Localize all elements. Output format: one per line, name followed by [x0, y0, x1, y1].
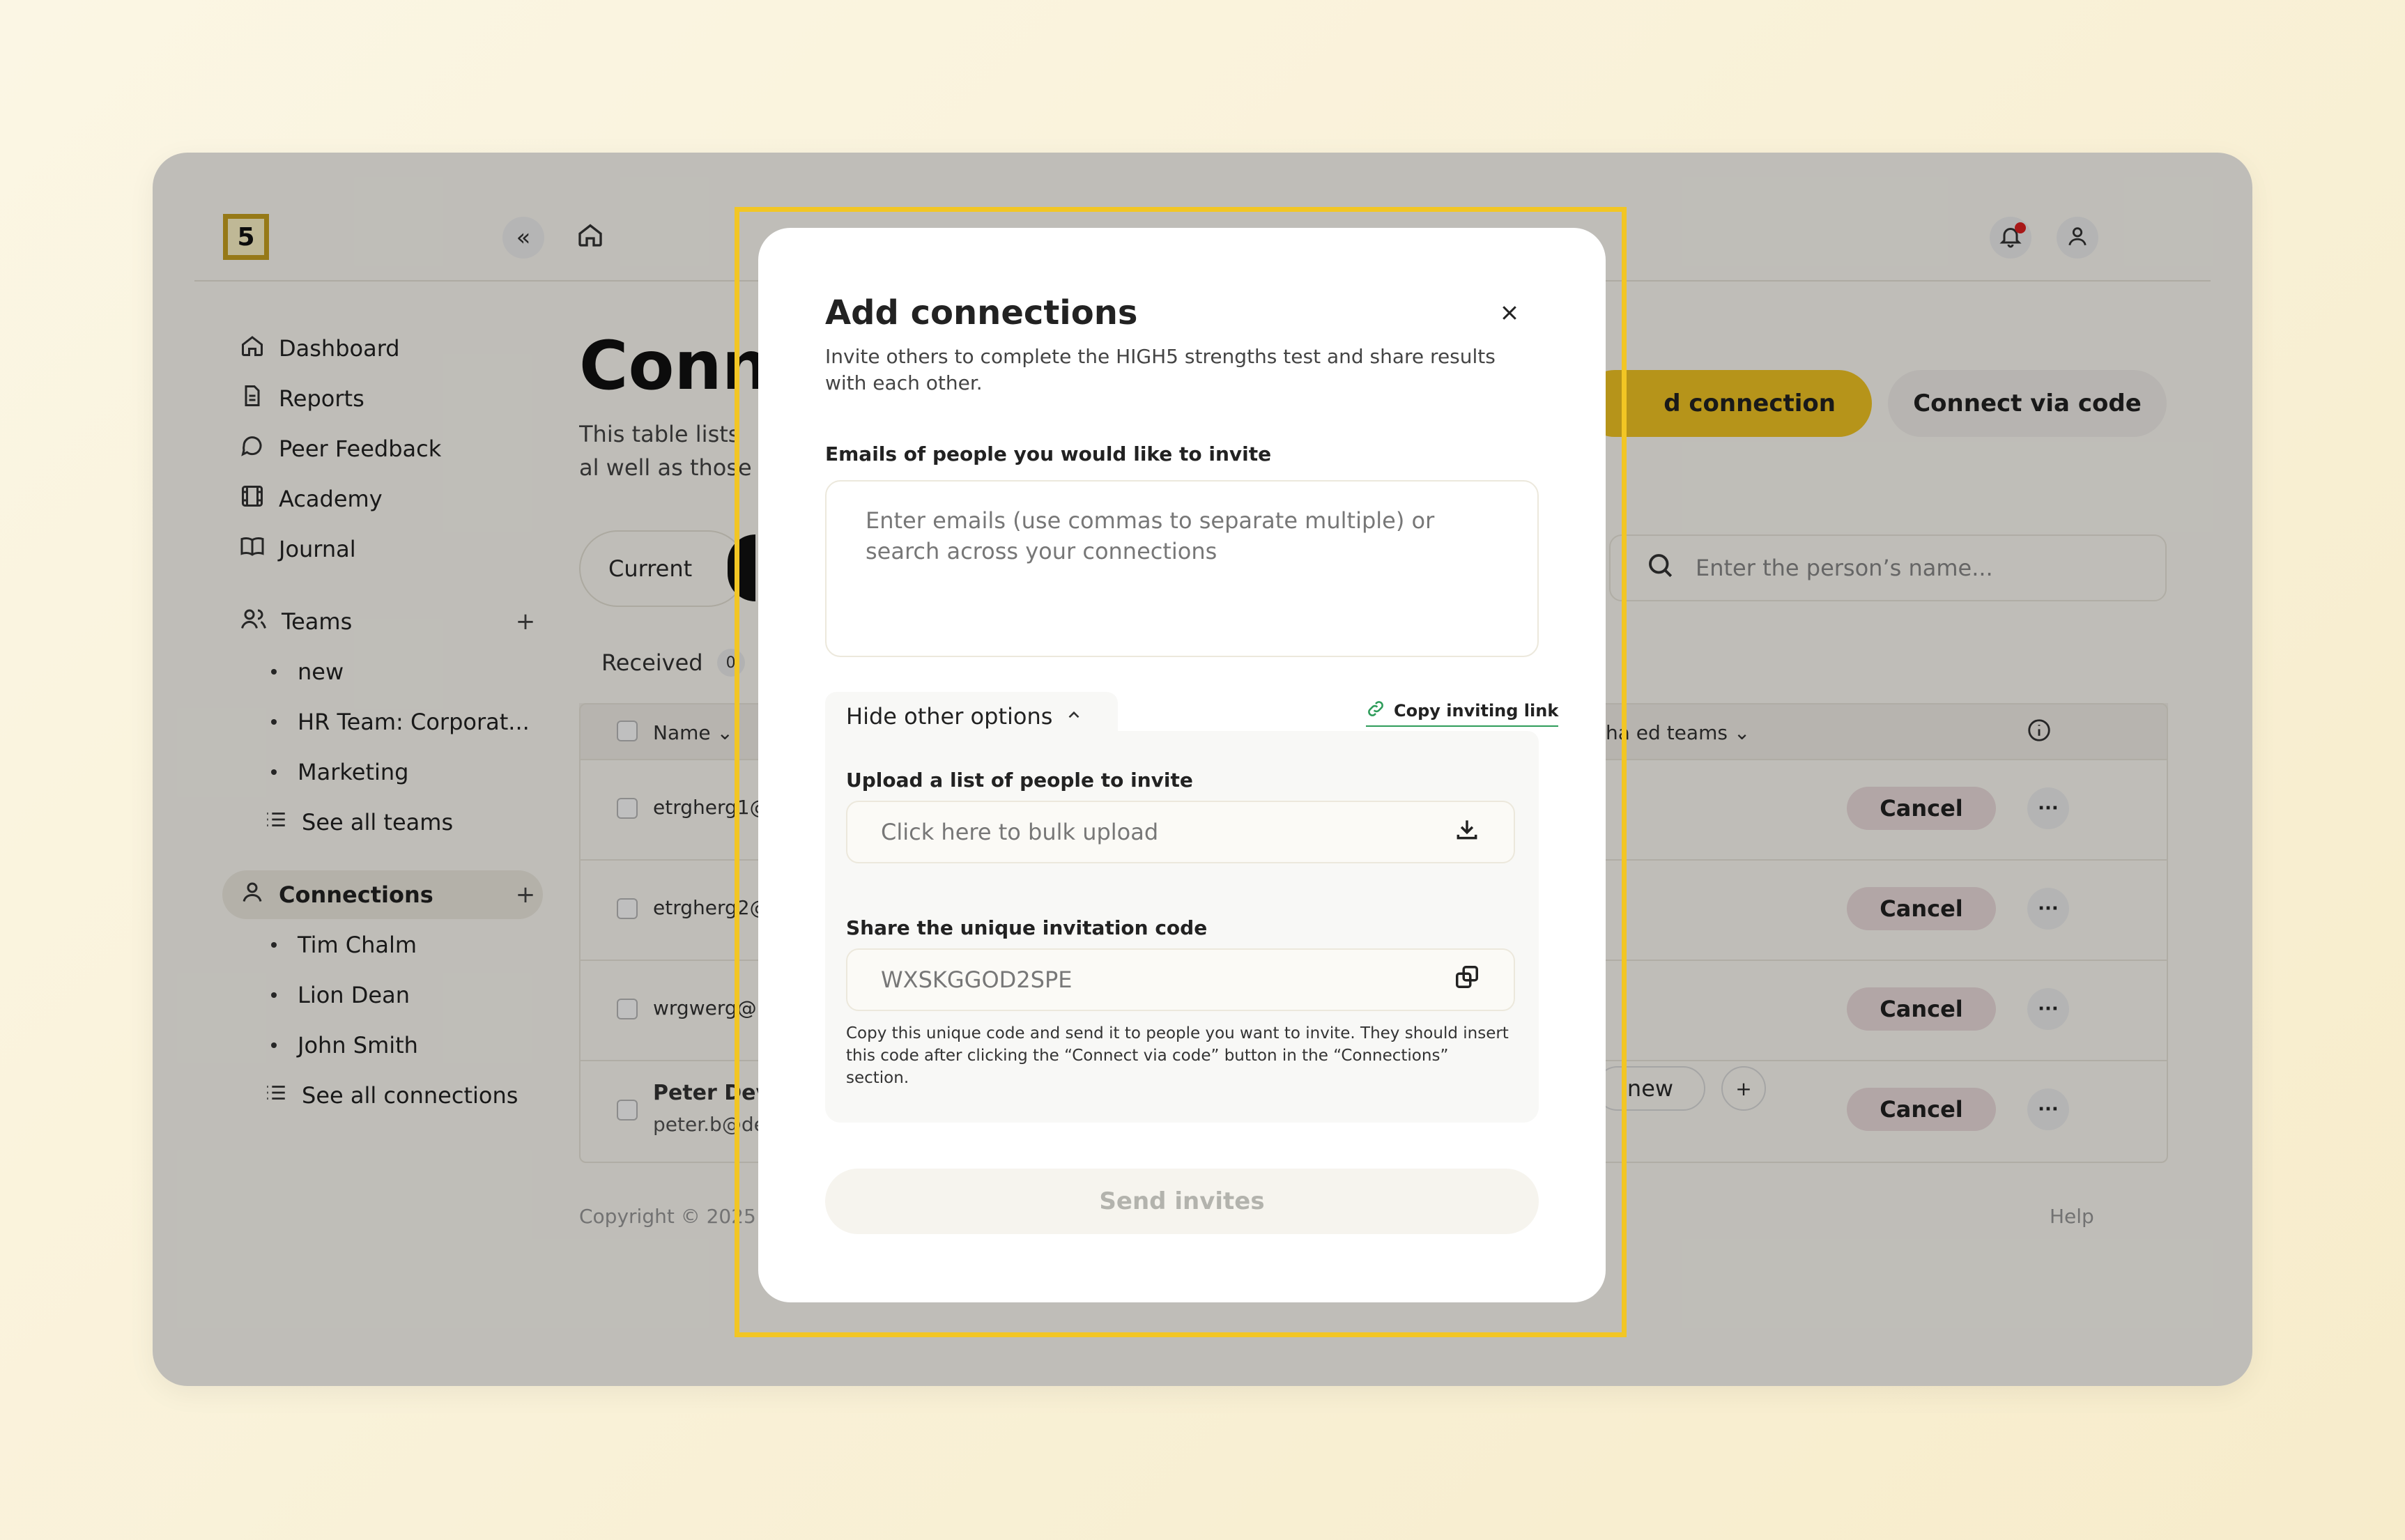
- upload-label: Upload a list of people to invite: [846, 769, 1193, 792]
- other-options-panel: Upload a list of people to invite Click …: [825, 731, 1539, 1123]
- invitation-code-value: WXSKGGOD2SPE: [881, 967, 1073, 993]
- download-icon: [1454, 816, 1480, 848]
- add-connections-modal: Add connections Invite others to complet…: [758, 228, 1606, 1302]
- chevron-up-icon: [1065, 703, 1083, 730]
- bulk-upload-button[interactable]: Click here to bulk upload: [846, 801, 1515, 863]
- modal-subtitle: Invite others to complete the HIGH5 stre…: [825, 345, 1496, 394]
- emails-input[interactable]: Enter emails (use commas to separate mul…: [825, 480, 1539, 657]
- copy-link-label: Copy inviting link: [1394, 701, 1559, 721]
- modal-title: Add connections: [825, 293, 1138, 332]
- emails-label: Emails of people you would like to invit…: [825, 442, 1272, 465]
- hide-options-label: Hide other options: [846, 703, 1053, 730]
- invitation-code-field[interactable]: WXSKGGOD2SPE: [846, 948, 1515, 1011]
- code-instructions: Copy this unique code and send it to peo…: [846, 1024, 1509, 1087]
- emails-placeholder: Enter emails (use commas to separate mul…: [866, 507, 1435, 564]
- copy-inviting-link[interactable]: Copy inviting link: [1366, 699, 1559, 727]
- upload-placeholder: Click here to bulk upload: [881, 819, 1159, 845]
- link-icon: [1366, 699, 1385, 723]
- send-invites-button[interactable]: Send invites: [825, 1169, 1539, 1234]
- close-icon: [1499, 302, 1520, 326]
- copy-icon[interactable]: [1454, 964, 1480, 996]
- code-label: Share the unique invitation code: [846, 916, 1208, 939]
- close-modal-button[interactable]: [1496, 300, 1523, 328]
